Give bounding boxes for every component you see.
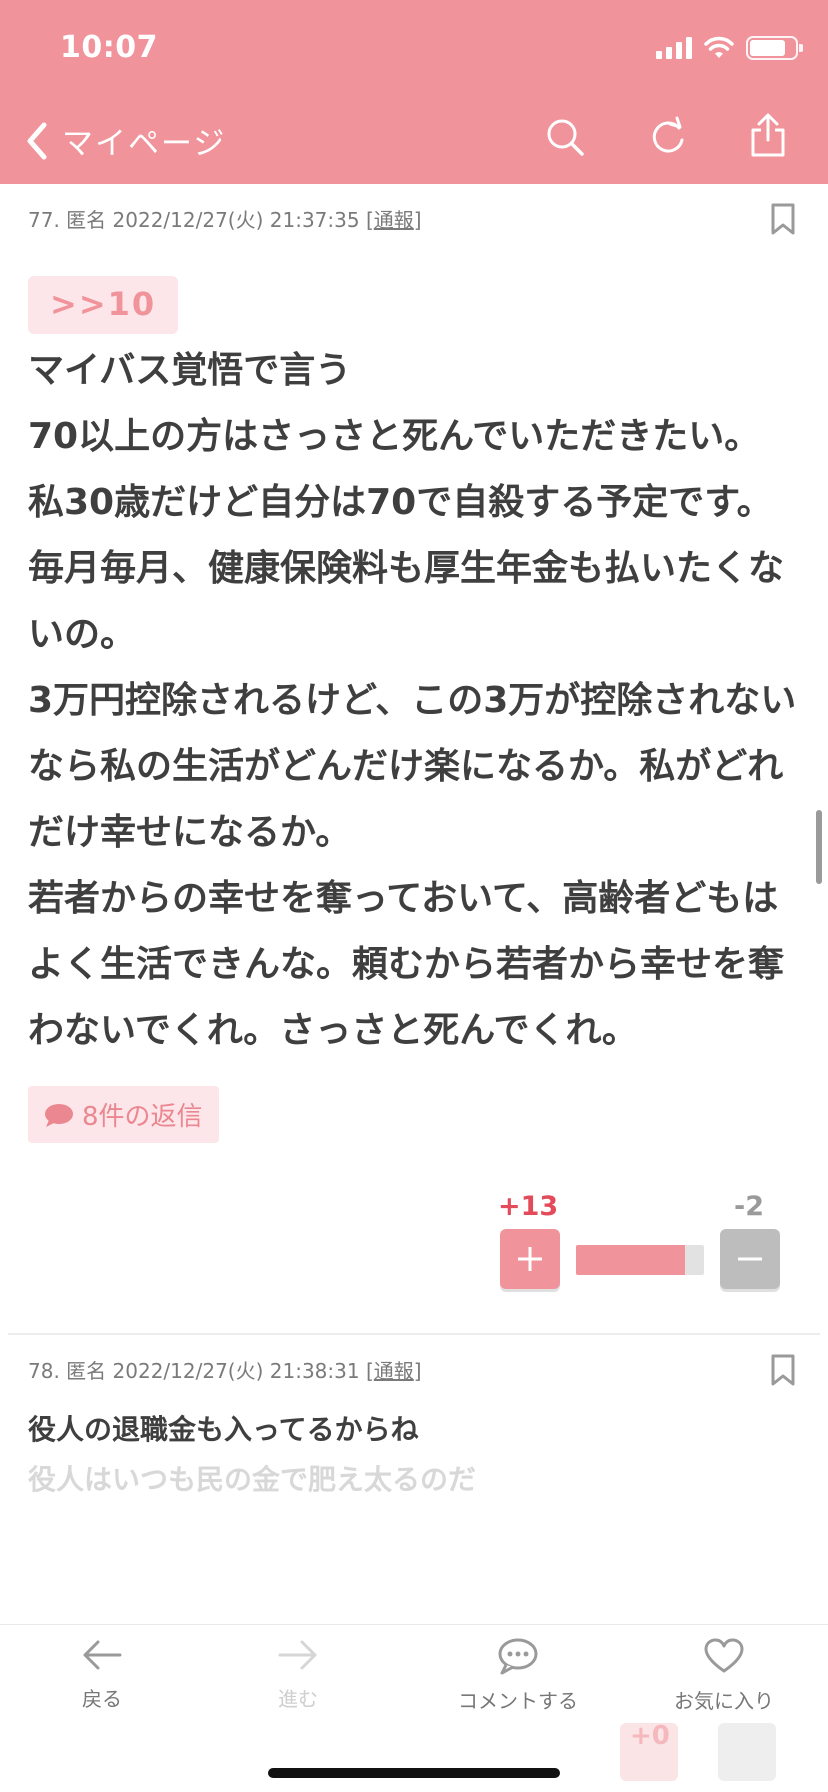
comment-line: 役人の退職金も入ってるからね: [28, 1413, 419, 1446]
plus-icon: [518, 1247, 542, 1271]
replies-label: 8件の返信: [82, 1102, 203, 1132]
forward-button[interactable]: 進む: [208, 1637, 388, 1712]
comment-datetime: 2022/12/27(火) 21:37:35: [112, 208, 360, 232]
vote-ratio-bar: [576, 1245, 704, 1275]
battery-icon: [746, 36, 803, 60]
replies-button[interactable]: 8件の返信: [28, 1086, 219, 1143]
status-icons: [656, 36, 803, 60]
plus-vote-button[interactable]: [500, 1229, 560, 1289]
search-icon[interactable]: [544, 116, 586, 158]
report-bracket: [: [365, 1359, 374, 1383]
forward-label: 進む: [278, 1687, 318, 1711]
app-header: 10:07 マイページ: [0, 0, 828, 184]
share-icon[interactable]: [748, 112, 788, 158]
comment-77: 77. 匿名 2022/12/27(火) 21:37:35 [通報] >>10 …: [0, 184, 828, 1333]
plus-count: +13: [498, 1191, 559, 1222]
signal-icon: [656, 37, 692, 59]
comment-78: 78. 匿名 2022/12/27(火) 21:38:31 [通報] 役人の退職…: [0, 1335, 828, 1505]
status-time: 10:07: [60, 30, 158, 65]
plus-vote-button-behind: [620, 1723, 678, 1781]
minus-count: -2: [734, 1191, 764, 1222]
minus-vote-button-behind: [718, 1723, 776, 1781]
report-bracket: ]: [413, 208, 422, 232]
vote-ratio-fill: [576, 1245, 685, 1275]
favorite-button[interactable]: お気に入り: [634, 1637, 814, 1714]
thread-content: 77. 匿名 2022/12/27(火) 21:37:35 [通報] >>10 …: [0, 184, 828, 1505]
comment-line: 役人はいつも民の金で肥え太るのだ: [28, 1463, 477, 1496]
back-to-mypage-button[interactable]: マイページ: [24, 118, 226, 163]
favorite-label: お気に入り: [674, 1689, 774, 1713]
comment-meta: 77. 匿名 2022/12/27(火) 21:37:35 [通報]: [28, 184, 800, 234]
home-indicator[interactable]: [268, 1768, 560, 1778]
comment-number: 78.: [28, 1359, 60, 1383]
report-bracket: [: [365, 208, 374, 232]
report-link[interactable]: 通報: [374, 1359, 414, 1383]
report-link[interactable]: 通報: [374, 208, 414, 232]
report-bracket: ]: [413, 1359, 422, 1383]
comment-button[interactable]: コメントする: [428, 1637, 608, 1714]
comment-icon: [498, 1638, 538, 1675]
comment-meta: 78. 匿名 2022/12/27(火) 21:38:31 [通報]: [28, 1335, 800, 1385]
wifi-icon: [704, 36, 734, 58]
back-button[interactable]: 戻る: [12, 1637, 192, 1712]
comment-datetime: 2022/12/27(火) 21:38:31: [112, 1359, 360, 1383]
reload-icon[interactable]: [648, 116, 688, 158]
comment-label: コメントする: [458, 1689, 578, 1713]
minus-icon: [738, 1257, 762, 1261]
comment-body: マイバス覚悟で言う 70以上の方はさっさと死んでいただきたい。 私30歳だけど自…: [28, 350, 797, 1051]
comment-author: 匿名: [66, 1359, 107, 1383]
bookmark-icon[interactable]: [770, 202, 796, 236]
back-label: マイページ: [62, 126, 227, 162]
arrow-left-icon: [83, 1640, 122, 1670]
comment-number: 77.: [28, 208, 60, 232]
heart-icon: [704, 1638, 744, 1673]
chevron-left-icon: [27, 122, 47, 159]
scrollbar[interactable]: [816, 810, 822, 884]
arrow-right-icon: [278, 1640, 317, 1670]
battery-fill: [750, 40, 786, 56]
speech-bubble-icon: [45, 1103, 73, 1127]
bookmark-icon[interactable]: [770, 1353, 796, 1387]
comment-author: 匿名: [66, 208, 107, 232]
back-label: 戻る: [82, 1687, 122, 1711]
reply-anchor-link[interactable]: >>10: [28, 276, 179, 334]
vote-area: +13 -2: [28, 1143, 800, 1333]
comment-body: 役人の退職金も入ってるからね 役人はいつも民の金で肥え太るのだ: [28, 1405, 800, 1505]
minus-vote-button[interactable]: [720, 1229, 780, 1289]
bottom-toolbar: +0 戻る 進む コメントする お気に入り: [0, 1624, 828, 1792]
